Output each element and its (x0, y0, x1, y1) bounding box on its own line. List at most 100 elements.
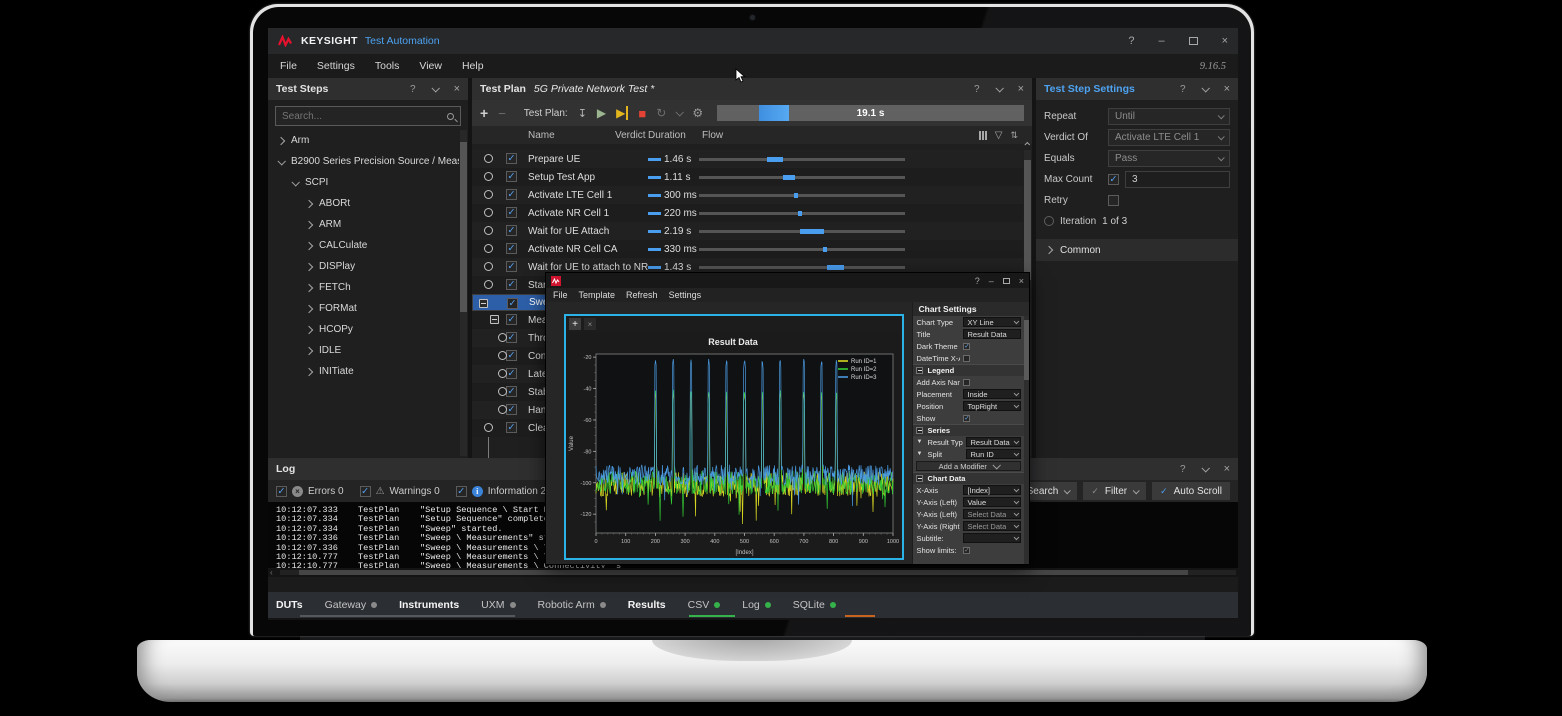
settings-section-series[interactable]: Series (913, 424, 1024, 436)
step-enabled-checkbox[interactable] (506, 368, 517, 379)
chart-menu-file[interactable]: File (553, 290, 568, 300)
auto-scroll-toggle[interactable]: ✓Auto Scroll (1152, 482, 1230, 500)
columns-icon[interactable] (979, 131, 987, 140)
plan-row[interactable]: Activate LTE Cell 1300 ms (472, 186, 1023, 204)
status-gateway[interactable]: Gateway (325, 599, 377, 611)
collapse-icon[interactable] (916, 427, 923, 434)
column-flow[interactable]: Flow (702, 130, 723, 141)
step-node-icon[interactable] (484, 280, 493, 289)
equals-select[interactable]: Pass (1108, 150, 1230, 167)
tree-scrollbar[interactable] (460, 130, 467, 456)
step-node-icon[interactable] (484, 423, 493, 432)
step-enabled-checkbox[interactable] (506, 207, 517, 218)
panel-close-icon[interactable]: × (1224, 463, 1230, 475)
status-duts[interactable]: DUTs (276, 599, 303, 611)
warning-filter-checkbox[interactable] (360, 486, 371, 497)
settings-select[interactable]: TopRight (963, 401, 1021, 411)
export-icon[interactable]: ↧ (578, 107, 587, 120)
settings-checkbox[interactable] (963, 547, 970, 554)
step-node-icon[interactable] (498, 369, 507, 378)
settings-checkbox[interactable] (963, 415, 970, 422)
log-filter-warning[interactable]: ⚠Warnings 0 (360, 486, 440, 497)
settings-checkbox[interactable] (963, 355, 970, 362)
chart-menu-settings[interactable]: Settings (669, 290, 702, 300)
panel-close-icon[interactable]: × (1224, 83, 1230, 95)
plan-row[interactable]: Wait for UE Attach2.19 s (472, 222, 1023, 240)
settings-select[interactable]: XY Line (963, 317, 1021, 327)
tree-item-abort[interactable]: ABORt (268, 193, 459, 214)
plan-row[interactable]: Setup Test App1.11 s (472, 168, 1023, 186)
chevron-down-icon[interactable] (291, 178, 299, 186)
chevron-down-icon[interactable] (431, 84, 439, 92)
settings-select[interactable]: Value (963, 497, 1021, 507)
settings-section-chart-data[interactable]: Chart Data (913, 472, 1024, 484)
settings-section-legend[interactable]: Legend (913, 364, 1024, 376)
filter-funnel-icon[interactable]: ▼ (916, 451, 924, 457)
settings-select[interactable]: Inside (963, 389, 1021, 399)
panel-help-icon[interactable]: ? (1180, 84, 1186, 95)
step-enabled-checkbox[interactable] (506, 225, 517, 236)
step-enabled-checkbox[interactable] (507, 298, 518, 309)
chevron-down-icon[interactable] (995, 84, 1003, 92)
tree-item-hcopy[interactable]: HCOPy (268, 319, 459, 340)
add-modifier-button[interactable]: Add a Modifier (916, 461, 1021, 471)
tree-item-arm[interactable]: Arm (268, 130, 459, 151)
step-enabled-checkbox[interactable] (506, 189, 517, 200)
tree-item-format[interactable]: FORMat (268, 298, 459, 319)
step-enabled-checkbox[interactable] (506, 171, 517, 182)
chevron-right-icon[interactable] (305, 283, 313, 291)
settings-select[interactable]: [Index] (963, 485, 1021, 495)
remove-step-button[interactable]: − (498, 106, 506, 121)
step-node-icon[interactable] (484, 190, 493, 199)
result-data-chart[interactable]: Result Data01002003004005006007008009001… (566, 332, 900, 558)
minimize-icon[interactable]: – (1158, 35, 1164, 47)
step-node-icon[interactable] (484, 226, 493, 235)
tree-item-b2900[interactable]: B2900 Series Precision Source / Measure … (268, 151, 459, 172)
column-verdict[interactable]: Verdict (615, 130, 646, 141)
status-results[interactable]: Results (628, 599, 666, 611)
step-enabled-checkbox[interactable] (506, 261, 517, 272)
log-filter-error[interactable]: ×Errors 0 (276, 486, 344, 497)
chevron-right-icon[interactable] (305, 325, 313, 333)
add-step-button[interactable]: + (480, 105, 488, 121)
menu-help[interactable]: Help (462, 60, 484, 72)
settings-scrollbar[interactable] (1024, 316, 1029, 564)
menu-settings[interactable]: Settings (317, 60, 355, 72)
chevron-right-icon[interactable] (277, 136, 285, 144)
stop-icon[interactable]: ■ (638, 106, 646, 121)
minimize-icon[interactable]: – (989, 276, 994, 286)
close-icon[interactable]: × (1019, 276, 1024, 286)
settings-select[interactable] (963, 533, 1021, 543)
collapse-node-icon[interactable] (490, 315, 499, 324)
chevron-right-icon[interactable] (305, 367, 313, 375)
row-height-icon[interactable]: ⇅ (1010, 130, 1018, 141)
filter-icon[interactable]: ▽ (995, 130, 1003, 141)
info-filter-checkbox[interactable] (456, 486, 467, 497)
chart-window-titlebar[interactable]: ? – × (546, 273, 1029, 288)
status-uxm[interactable]: UXM (481, 599, 515, 611)
chart-menu-template[interactable]: Template (579, 290, 616, 300)
maximize-icon[interactable] (1189, 37, 1198, 45)
panel-help-icon[interactable]: ? (410, 84, 416, 95)
repeat-icon[interactable]: ↻ (656, 106, 666, 120)
collapse-node-icon[interactable] (479, 299, 488, 308)
tree-item-initiate[interactable]: INITiate (268, 361, 459, 382)
chevron-down-icon[interactable] (1201, 84, 1209, 92)
step-node-icon[interactable] (498, 333, 507, 342)
chevron-down-icon[interactable] (1201, 464, 1209, 472)
step-node-icon[interactable] (484, 208, 493, 217)
step-enabled-checkbox[interactable] (506, 386, 517, 397)
log-horizontal-scrollbar[interactable]: ‹ (268, 568, 1238, 577)
scroll-up-icon[interactable] (1024, 140, 1031, 148)
chevron-right-icon[interactable] (305, 304, 313, 312)
panel-close-icon[interactable]: × (1018, 83, 1024, 95)
panel-close-icon[interactable]: × (454, 83, 460, 95)
step-enabled-checkbox[interactable] (506, 279, 517, 290)
maximize-icon[interactable] (1003, 278, 1010, 284)
add-tab-button[interactable]: + (569, 318, 581, 330)
step-node-icon[interactable] (484, 154, 493, 163)
filter-button[interactable]: ✓Filter (1083, 482, 1146, 500)
step-enabled-checkbox[interactable] (506, 314, 517, 325)
error-filter-checkbox[interactable] (276, 486, 287, 497)
step-node-icon[interactable] (484, 244, 493, 253)
